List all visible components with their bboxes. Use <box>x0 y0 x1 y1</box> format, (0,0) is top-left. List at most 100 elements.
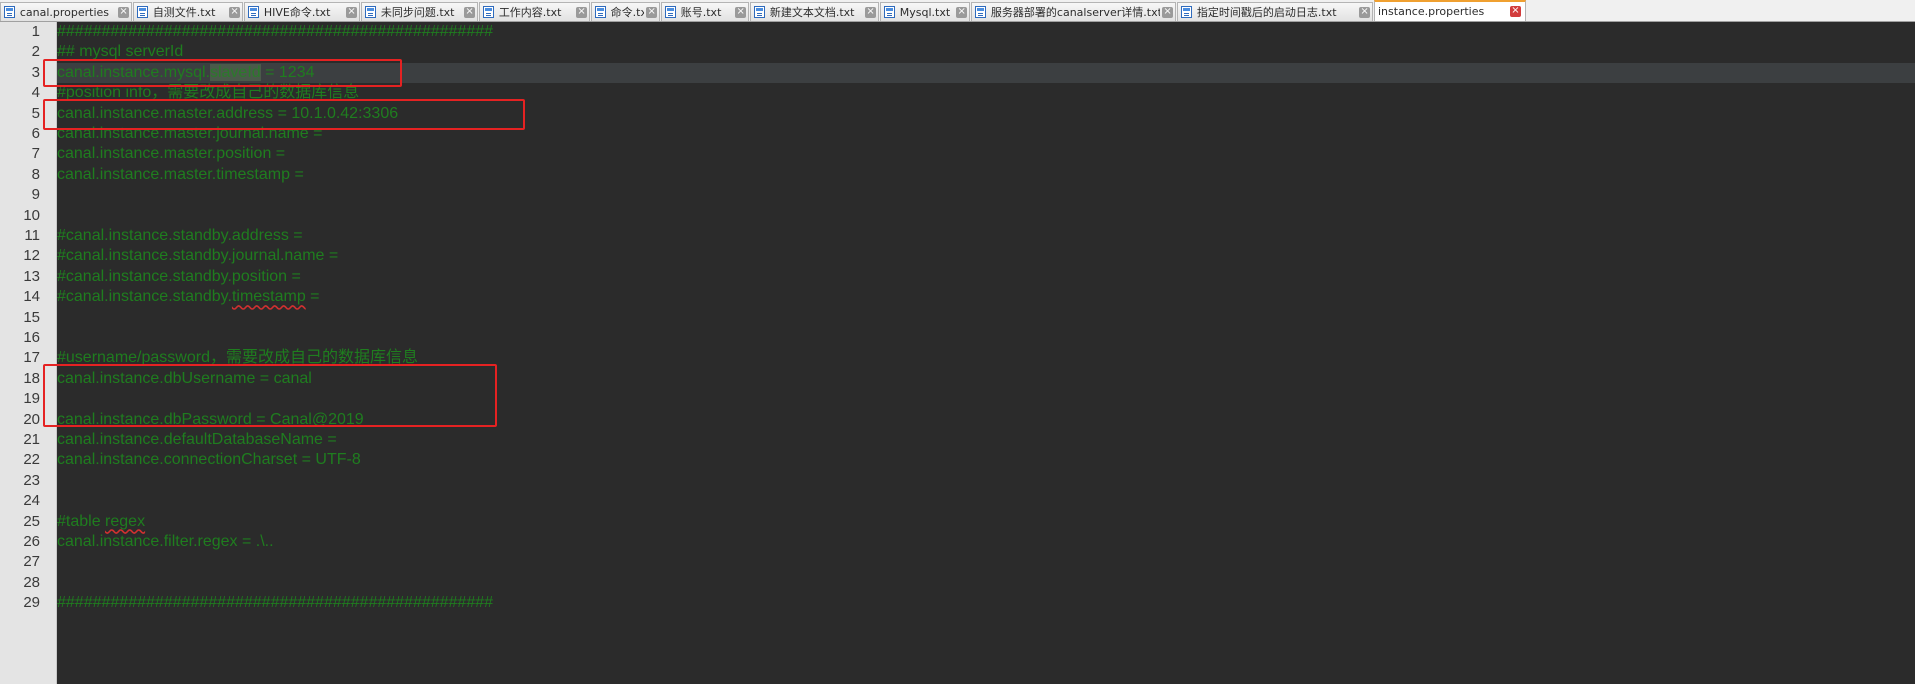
line-number: 24 <box>23 492 40 510</box>
line-number: 14 <box>23 288 40 306</box>
line-number: 6 <box>31 125 40 142</box>
file-icon <box>754 6 765 18</box>
line-number: 22 <box>23 451 40 469</box>
close-icon[interactable]: × <box>346 6 357 18</box>
spellcheck-word: timestamp <box>231 288 306 306</box>
line-number: 9 <box>31 186 40 204</box>
tab-label: 指定时间戳后的启动日志.txt <box>1196 6 1337 19</box>
line-number: 25 <box>23 512 40 530</box>
file-icon <box>665 6 676 18</box>
tab-label: 未同步问题.txt <box>380 6 455 19</box>
annotation-box-master-address <box>43 99 525 130</box>
code-line[interactable] <box>57 471 1915 491</box>
close-icon[interactable]: × <box>1162 6 1173 18</box>
close-icon[interactable]: × <box>576 6 587 18</box>
line-number: 26 <box>23 533 40 550</box>
line-number: 23 <box>23 471 40 489</box>
close-icon[interactable]: × <box>1510 6 1521 17</box>
tab-label: instance.properties <box>1378 5 1485 18</box>
code-line[interactable] <box>57 328 1915 348</box>
code-line[interactable] <box>57 308 1915 328</box>
close-icon[interactable]: × <box>956 6 967 18</box>
tab-label: 命令.txt <box>610 6 645 19</box>
code-line[interactable]: canal.instance.master.timestamp = <box>57 165 1915 185</box>
close-icon[interactable]: × <box>1359 6 1370 18</box>
code-line[interactable]: #canal.instance.standby.address = <box>57 226 1915 246</box>
code-line[interactable]: ########################################… <box>57 593 1915 613</box>
file-icon <box>4 6 15 18</box>
tab-label: 自测文件.txt <box>152 6 216 19</box>
tab-label: 服务器部署的canalserver详情.txt <box>990 6 1161 19</box>
code-line[interactable]: ########################################… <box>57 22 1915 42</box>
close-icon[interactable]: × <box>118 6 129 18</box>
line-number: 7 <box>31 145 40 163</box>
code-line[interactable] <box>57 491 1915 511</box>
line-number: 16 <box>23 329 40 346</box>
line-number: 4 <box>31 84 40 102</box>
line-number: 11 <box>24 227 40 244</box>
file-icon <box>975 6 986 18</box>
tab-1[interactable]: canal.properties × <box>0 2 132 21</box>
line-number: 21 <box>23 431 40 448</box>
code-line[interactable]: #canal.instance.standby.position = <box>57 267 1915 287</box>
file-icon <box>1181 6 1192 18</box>
close-icon[interactable]: × <box>229 6 240 18</box>
line-number: 8 <box>31 165 40 183</box>
code-line[interactable] <box>57 552 1915 572</box>
line-number: 19 <box>23 390 40 408</box>
tab-4[interactable]: 未同步问题.txt × <box>361 2 478 21</box>
tab-7[interactable]: 账号.txt × <box>661 2 749 21</box>
close-icon[interactable]: × <box>865 6 876 18</box>
code-line[interactable]: canal.instance.master.position = <box>57 144 1915 164</box>
line-number: 28 <box>23 573 40 591</box>
file-icon <box>884 6 895 18</box>
line-number: 13 <box>23 267 40 285</box>
line-number: 15 <box>23 308 40 326</box>
line-number: 5 <box>31 104 40 122</box>
line-number: 10 <box>23 206 40 224</box>
tab-label: 账号.txt <box>680 6 722 19</box>
code-line[interactable]: canal.instance.defaultDatabaseName = <box>57 430 1915 450</box>
code-line[interactable] <box>57 573 1915 593</box>
file-icon <box>248 6 259 18</box>
line-number: 12 <box>23 247 40 265</box>
tab-6[interactable]: 命令.txt× <box>591 2 660 21</box>
file-icon <box>483 6 494 18</box>
line-number: 27 <box>23 553 40 571</box>
code-text: = <box>305 288 320 306</box>
code-line[interactable]: #table regex <box>57 512 1915 532</box>
spellcheck-word: regex <box>105 512 146 530</box>
annotation-box-server-id <box>43 59 402 87</box>
line-number: 17 <box>23 349 40 367</box>
annotation-box-db-credentials <box>43 364 497 427</box>
tab-5[interactable]: 工作内容.txt × <box>479 2 590 21</box>
tab-label: 工作内容.txt <box>498 6 562 19</box>
line-number: 20 <box>23 410 40 428</box>
close-icon[interactable]: × <box>646 6 657 18</box>
code-line[interactable] <box>57 206 1915 226</box>
line-number: 18 <box>23 369 40 387</box>
tab-9[interactable]: Mysql.txt × <box>880 2 970 21</box>
line-number: 29 <box>23 594 40 612</box>
tab-bar: canal.properties × 自测文件.txt × HIVE命令.txt × 未同步… <box>0 0 1915 22</box>
tab-10[interactable]: 服务器部署的canalserver详情.txt × <box>971 2 1176 21</box>
code-line[interactable]: canal.instance.filter.regex = .\.. <box>57 532 1915 552</box>
tab-label: 新建文本文档.txt <box>769 6 855 19</box>
code-line[interactable]: #canal.instance.standby.journal.name = <box>57 246 1915 266</box>
tab-3[interactable]: HIVE命令.txt × <box>244 2 360 21</box>
tab-12[interactable]: instance.properties × <box>1374 0 1526 21</box>
file-icon <box>365 6 376 18</box>
code-line[interactable]: #canal.instance.standby.timestamp = <box>57 287 1915 307</box>
code-line[interactable]: canal.instance.connectionCharset = UTF-8 <box>57 450 1915 470</box>
tab-label: HIVE命令.txt <box>263 6 331 19</box>
file-icon <box>137 6 148 18</box>
close-icon[interactable]: × <box>735 6 746 18</box>
close-icon[interactable]: × <box>464 6 475 18</box>
code-line[interactable] <box>57 185 1915 205</box>
tab-8[interactable]: 新建文本文档.txt × <box>750 2 879 21</box>
tab-11[interactable]: 指定时间戳后的启动日志.txt × <box>1177 2 1373 21</box>
line-number: 3 <box>31 63 40 81</box>
tab-label: canal.properties <box>19 5 110 19</box>
tab-2[interactable]: 自测文件.txt × <box>133 2 243 21</box>
file-icon <box>595 6 606 18</box>
